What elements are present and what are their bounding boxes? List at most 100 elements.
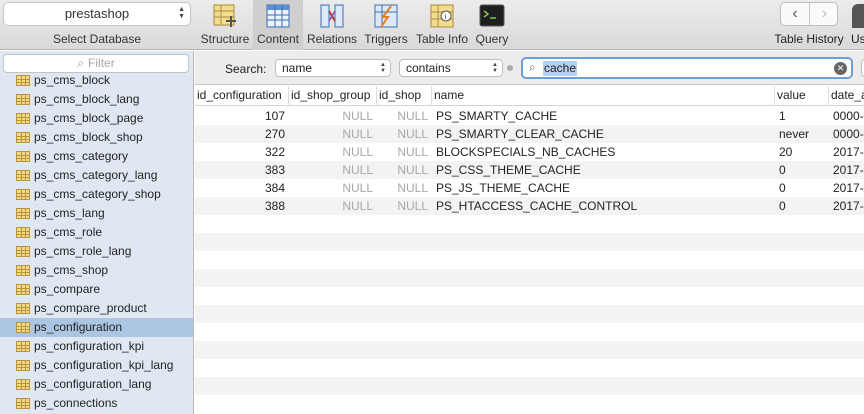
table-cell[interactable]: 0 xyxy=(775,179,829,197)
table-icon xyxy=(16,246,30,257)
table-history-label: Table History xyxy=(774,32,844,46)
table-cell[interactable]: 270 xyxy=(195,125,289,143)
table-row[interactable] xyxy=(195,305,864,323)
table-cell[interactable]: 383 xyxy=(195,161,289,179)
table-cell[interactable]: 0 xyxy=(775,197,829,215)
table-row[interactable] xyxy=(195,377,864,395)
table-row[interactable]: 388 NULL NULL PS_HTACCESS_CACHE_CONTROL 0 201… xyxy=(195,197,864,215)
table-row[interactable] xyxy=(195,323,864,341)
table-cell[interactable]: 107 xyxy=(195,107,289,125)
table-row[interactable] xyxy=(195,215,864,233)
table-cell[interactable]: NULL xyxy=(289,125,377,143)
sidebar-table-item[interactable]: ps_compare_product xyxy=(0,299,193,318)
sidebar-table-item[interactable]: ps_compare xyxy=(0,280,193,299)
sidebar-table-item[interactable]: ps_configuration_kpi_lang xyxy=(0,356,193,375)
table-cell[interactable]: 0000- xyxy=(829,125,864,143)
table-row[interactable] xyxy=(195,395,864,413)
column-header[interactable]: name xyxy=(432,86,775,106)
triggers-label: Triggers xyxy=(364,32,408,46)
column-header[interactable]: id_shop_group xyxy=(289,86,377,106)
table-cell[interactable]: 2017- xyxy=(829,161,864,179)
table-cell[interactable]: NULL xyxy=(377,107,432,125)
table-cell[interactable]: NULL xyxy=(377,161,432,179)
table-cell[interactable]: PS_JS_THEME_CACHE xyxy=(432,179,775,197)
sidebar-table-item[interactable]: ps_cms_role_lang xyxy=(0,242,193,261)
table-row[interactable]: 322 NULL NULL BLOCKSPECIALS_NB_CACHES 20 2017… xyxy=(195,143,864,161)
sidebar-table-item[interactable]: ps_cms_block_page xyxy=(0,109,193,128)
table-cell[interactable]: PS_CSS_THEME_CACHE xyxy=(432,161,775,179)
table-cell[interactable]: 388 xyxy=(195,197,289,215)
table-cell[interactable]: PS_SMARTY_CACHE xyxy=(432,107,775,125)
column-header[interactable]: id_configuration xyxy=(195,86,289,106)
table-row[interactable] xyxy=(195,251,864,269)
sidebar-table-item[interactable]: ps_configuration_lang xyxy=(0,375,193,394)
sidebar-table-item[interactable]: ps_cms_category_lang xyxy=(0,166,193,185)
sidebar-table-item[interactable]: ps_connections xyxy=(0,394,193,413)
filter-input[interactable]: ⌕ Filter xyxy=(3,54,189,73)
structure-button[interactable]: Structure xyxy=(199,0,251,50)
table-cell[interactable]: PS_SMARTY_CLEAR_CACHE xyxy=(432,125,775,143)
table-cell[interactable]: NULL xyxy=(289,179,377,197)
table-row[interactable] xyxy=(195,359,864,377)
table-icon xyxy=(16,303,30,314)
table-row[interactable] xyxy=(195,341,864,359)
column-header[interactable]: date_a xyxy=(829,86,864,106)
table-cell[interactable]: 2017- xyxy=(829,197,864,215)
table-cell[interactable]: 0 xyxy=(775,161,829,179)
table-cell[interactable]: NULL xyxy=(289,143,377,161)
table-info-button[interactable]: i Table Info xyxy=(414,0,470,50)
sidebar-table-item[interactable]: ps_cms_category_shop xyxy=(0,185,193,204)
table-cell[interactable]: 20 xyxy=(775,143,829,161)
table-cell[interactable]: NULL xyxy=(289,197,377,215)
sidebar-table-item[interactable]: ps_cms_category xyxy=(0,147,193,166)
sidebar-table-label: ps_cms_block_lang xyxy=(34,92,140,106)
column-header[interactable]: value xyxy=(775,86,829,106)
search-input[interactable]: ⌕ cache ✕ xyxy=(521,57,853,79)
table-cell[interactable]: BLOCKSPECIALS_NB_CACHES xyxy=(432,143,775,161)
relations-button[interactable]: Relations xyxy=(306,0,358,50)
table-cell[interactable]: 322 xyxy=(195,143,289,161)
chevron-left-icon[interactable]: ‹ xyxy=(781,3,810,25)
table-cell[interactable]: NULL xyxy=(377,143,432,161)
database-select[interactable]: prestashop ▲ ▼ xyxy=(3,2,191,26)
table-row[interactable] xyxy=(195,233,864,251)
clear-icon[interactable]: ✕ xyxy=(834,62,847,75)
table-cell[interactable]: NULL xyxy=(377,179,432,197)
table-row[interactable]: 270 NULL NULL PS_SMARTY_CLEAR_CACHE never 000… xyxy=(195,125,864,143)
sidebar-table-item[interactable]: ps_configuration_kpi xyxy=(0,337,193,356)
column-header[interactable]: id_shop xyxy=(377,86,432,106)
svg-text:i: i xyxy=(445,13,447,21)
table-cell[interactable]: PS_HTACCESS_CACHE_CONTROL xyxy=(432,197,775,215)
user-icon[interactable] xyxy=(852,4,864,28)
content-button[interactable]: Content xyxy=(253,0,303,50)
sidebar-table-item[interactable]: ps_configuration xyxy=(0,318,193,337)
table-cell[interactable]: 384 xyxy=(195,179,289,197)
sidebar-table-item[interactable]: ps_cms_block xyxy=(0,71,193,90)
table-cell[interactable]: 1 xyxy=(775,107,829,125)
table-row[interactable]: 383 NULL NULL PS_CSS_THEME_CACHE 0 2017- xyxy=(195,161,864,179)
table-cell[interactable]: 2017- xyxy=(829,143,864,161)
table-row[interactable]: 384 NULL NULL PS_JS_THEME_CACHE 0 2017- xyxy=(195,179,864,197)
sidebar-table-item[interactable]: ps_cms_role xyxy=(0,223,193,242)
table-cell[interactable]: NULL xyxy=(377,125,432,143)
sidebar-table-item[interactable]: ps_cms_block_shop xyxy=(0,128,193,147)
table-row[interactable] xyxy=(195,269,864,287)
query-button[interactable]: Query xyxy=(474,0,510,50)
search-field-select[interactable]: name ▲ ▼ xyxy=(275,59,391,77)
table-cell[interactable]: never xyxy=(775,125,829,143)
table-cell[interactable]: NULL xyxy=(289,161,377,179)
search-operator-select[interactable]: contains ▲ ▼ xyxy=(399,59,503,77)
sidebar-table-item[interactable]: ps_cms_lang xyxy=(0,204,193,223)
table-cell[interactable]: NULL xyxy=(289,107,377,125)
filter-placeholder: Filter xyxy=(88,56,115,70)
triggers-button[interactable]: Triggers xyxy=(362,0,410,50)
table-cell[interactable]: 2017- xyxy=(829,179,864,197)
sidebar-table-item[interactable]: ps_cms_block_lang xyxy=(0,90,193,109)
table-row[interactable] xyxy=(195,287,864,305)
chevron-right-icon[interactable]: › xyxy=(810,3,839,25)
table-icon xyxy=(16,398,30,409)
table-cell[interactable]: NULL xyxy=(377,197,432,215)
table-row[interactable]: 107 NULL NULL PS_SMARTY_CACHE 1 0000- xyxy=(195,107,864,125)
table-cell[interactable]: 0000- xyxy=(829,107,864,125)
sidebar-table-item[interactable]: ps_cms_shop xyxy=(0,261,193,280)
